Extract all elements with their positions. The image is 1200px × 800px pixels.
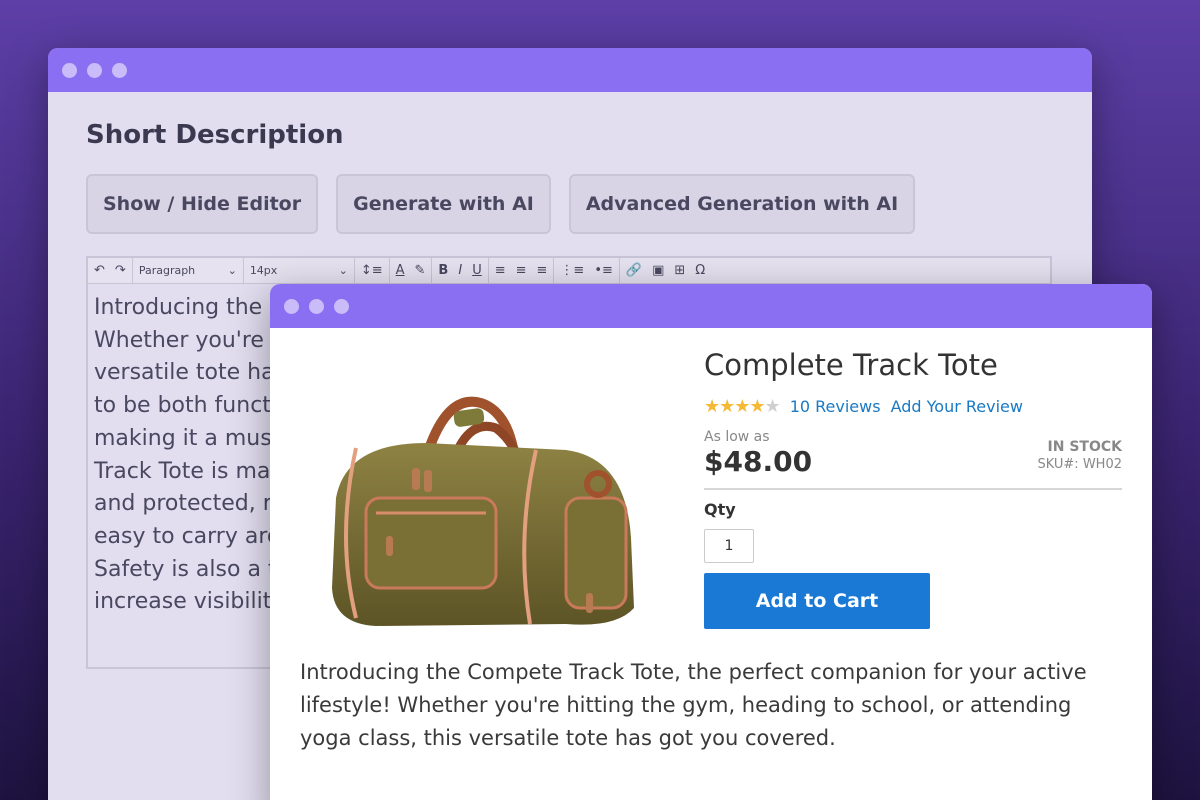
history-group: ↶ ↷ (88, 258, 133, 283)
insert-group: 🔗 ▣ ⊞ Ω (620, 258, 711, 283)
align-center-icon[interactable]: ≡ (516, 263, 527, 278)
star-rating-icon: ★★★★★ (704, 396, 781, 417)
stock-status: IN STOCK (1047, 439, 1122, 455)
table-icon[interactable]: ⊞ (674, 263, 685, 278)
reviews-link[interactable]: 10 Reviews (790, 397, 881, 416)
chevron-down-icon: ⌄ (338, 264, 348, 277)
advanced-generation-ai-button[interactable]: Advanced Generation with AI (568, 174, 916, 234)
price-row: As low as $48.00 IN STOCK SKU#: WH02 (704, 429, 1122, 490)
highlight-color-icon[interactable]: ✎ (415, 263, 426, 278)
product-image (332, 396, 634, 626)
color-group: A ✎ (390, 258, 433, 283)
window-dot[interactable] (87, 62, 102, 78)
stars-filled: ★★★★ (704, 396, 766, 417)
add-review-link[interactable]: Add Your Review (891, 397, 1023, 416)
font-size-group: 14px ⌄ (244, 258, 355, 283)
add-to-cart-button[interactable]: Add to Cart (704, 573, 930, 629)
product-info: Complete Track Tote ★★★★★ 10 Reviews Add… (704, 348, 1122, 629)
formatting-group: B I U (432, 258, 489, 283)
window-dot[interactable] (334, 298, 349, 314)
redo-icon[interactable]: ↷ (115, 263, 126, 278)
window-title-bar (48, 48, 1092, 92)
undo-icon[interactable]: ↶ (94, 263, 105, 278)
window-dot[interactable] (62, 62, 77, 78)
align-right-icon[interactable]: ≡ (537, 263, 548, 278)
text-color-icon[interactable]: A (396, 263, 405, 278)
show-hide-editor-button[interactable]: Show / Hide Editor (86, 174, 319, 234)
product-price: $48.00 (704, 445, 813, 478)
qty-input[interactable] (704, 529, 754, 563)
list-group: ⋮≡ •≡ (554, 258, 620, 283)
block-format-group: Paragraph ⌄ (133, 258, 244, 283)
block-format-value: Paragraph (138, 264, 196, 277)
bold-icon[interactable]: B (438, 263, 448, 278)
special-character-icon[interactable]: Ω (695, 263, 705, 278)
sku-label: SKU#: WH02 (1037, 457, 1122, 472)
window-dot[interactable] (284, 298, 299, 314)
as-low-as-label: As low as (704, 429, 770, 445)
product-title: Complete Track Tote (704, 348, 998, 382)
link-icon[interactable]: 🔗 (626, 263, 642, 278)
line-height-icon[interactable]: ↕≡ (361, 263, 383, 278)
generate-ai-button[interactable]: Generate with AI (336, 174, 551, 234)
align-left-icon[interactable]: ≡ (495, 263, 506, 278)
section-title: Short Description (86, 120, 344, 150)
align-group: ≡ ≡ ≡ (489, 258, 555, 283)
qty-label: Qty (704, 500, 736, 519)
numbered-list-icon[interactable]: ⋮≡ (560, 263, 584, 278)
window-title-bar (270, 284, 1152, 328)
block-format-select[interactable]: Paragraph ⌄ (139, 264, 237, 277)
stars-empty: ★ (764, 396, 781, 417)
chevron-down-icon: ⌄ (227, 264, 237, 277)
window-dot[interactable] (112, 62, 127, 78)
window-dot[interactable] (309, 298, 324, 314)
underline-icon[interactable]: U (472, 263, 482, 278)
bullet-list-icon[interactable]: •≡ (594, 263, 613, 278)
font-size-value: 14px (249, 264, 278, 277)
editor-toolbar: ↶ ↷ Paragraph ⌄ 14px ⌄ ↕≡ A ✎ B I U ≡ ≡ … (86, 256, 1052, 284)
product-preview-window: Complete Track Tote ★★★★★ 10 Reviews Add… (270, 284, 1152, 800)
editor-button-row: Show / Hide Editor Generate with AI Adva… (86, 174, 1054, 234)
font-size-select[interactable]: 14px ⌄ (250, 264, 348, 277)
product-description: Introducing the Compete Track Tote, the … (300, 660, 1087, 750)
line-height-group: ↕≡ (355, 258, 390, 283)
rating-row: ★★★★★ 10 Reviews Add Your Review (704, 396, 1122, 417)
image-icon[interactable]: ▣ (652, 263, 664, 278)
italic-icon[interactable]: I (458, 263, 462, 278)
